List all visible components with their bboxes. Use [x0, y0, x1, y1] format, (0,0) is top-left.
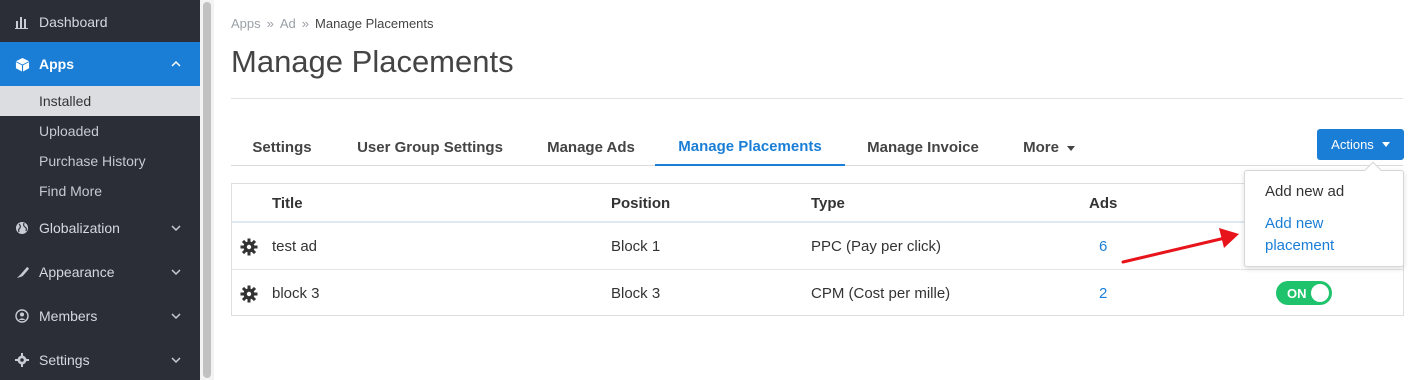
sidebar-item-globalization[interactable]: Globalization — [0, 206, 200, 250]
tab-manage-invoice[interactable]: Manage Invoice — [845, 128, 1001, 166]
table-header: Title Position Type Ads — [232, 184, 1403, 223]
chevron-down-icon — [171, 357, 181, 364]
column-header-type: Type — [811, 195, 845, 212]
cell-title: block 3 — [272, 285, 320, 302]
toggle-label: ON — [1287, 286, 1307, 301]
gear-icon[interactable] — [240, 238, 258, 256]
user-icon — [14, 308, 30, 324]
gear-icon — [14, 352, 30, 368]
cube-icon — [14, 56, 30, 72]
sidebar-item-label: Appearance — [39, 264, 115, 280]
tab-manage-ads[interactable]: Manage Ads — [527, 128, 655, 166]
actions-button[interactable]: Actions — [1317, 129, 1404, 160]
active-toggle[interactable]: ON — [1276, 281, 1332, 305]
menu-item-add-new-placement[interactable]: Add new placement — [1265, 213, 1375, 257]
column-header-position: Position — [611, 195, 671, 212]
double-chevron-right-icon: » — [301, 16, 310, 31]
caret-down-icon — [1381, 142, 1390, 147]
cell-ads-link[interactable]: 2 — [1099, 285, 1107, 302]
annotation-arrow-icon — [1121, 228, 1239, 264]
cell-type: CPM (Cost per mille) — [811, 285, 951, 302]
sidebar-item-dashboard[interactable]: Dashboard — [0, 0, 200, 44]
cell-type: PPC (Pay per click) — [811, 238, 942, 255]
caret-down-icon — [1066, 145, 1075, 151]
sidebar-item-appearance[interactable]: Appearance — [0, 250, 200, 294]
globe-icon — [14, 220, 30, 236]
breadcrumb: Apps » Ad » Manage Placements — [231, 16, 440, 31]
cell-position: Block 3 — [611, 285, 661, 302]
breadcrumb-apps[interactable]: Apps — [231, 16, 261, 31]
breadcrumb-current: Manage Placements — [315, 16, 434, 31]
tab-bar: Settings User Group Settings Manage Ads … — [231, 128, 1403, 166]
tab-manage-placements[interactable]: Manage Placements — [655, 128, 845, 166]
tab-user-group-settings[interactable]: User Group Settings — [333, 128, 527, 166]
toggle-knob — [1311, 284, 1329, 302]
cell-ads-link[interactable]: 6 — [1099, 238, 1107, 255]
double-chevron-right-icon: » — [266, 16, 274, 31]
chevron-down-icon — [171, 269, 181, 276]
chevron-up-icon — [171, 60, 181, 67]
column-header-title: Title — [272, 195, 303, 212]
cell-position: Block 1 — [611, 238, 661, 255]
menu-item-add-new-ad[interactable]: Add new ad — [1265, 181, 1344, 203]
sidebar: Dashboard Apps Installed Uploaded Purcha… — [0, 0, 200, 380]
breadcrumb-ad[interactable]: Ad — [280, 16, 296, 31]
chevron-down-icon — [171, 313, 181, 320]
sidebar-subitem-uploaded[interactable]: Uploaded — [0, 116, 200, 146]
sidebar-subitem-installed[interactable]: Installed — [0, 86, 200, 116]
actions-dropdown-menu: Add new ad Add new placement — [1244, 161, 1404, 267]
sidebar-subitem-find-more[interactable]: Find More — [0, 176, 200, 206]
tab-more[interactable]: More — [1001, 128, 1097, 166]
chart-bars-icon — [14, 14, 30, 30]
tab-settings[interactable]: Settings — [231, 128, 333, 166]
sidebar-item-label: Apps — [39, 56, 74, 72]
column-header-ads: Ads — [1089, 195, 1118, 212]
page-title: Manage Placements — [231, 44, 514, 79]
sidebar-item-label: Globalization — [39, 220, 120, 236]
sidebar-subitem-purchase-history[interactable]: Purchase History — [0, 146, 200, 176]
gear-icon[interactable] — [240, 285, 258, 303]
cell-title: test ad — [272, 238, 318, 255]
chevron-down-icon — [171, 225, 181, 232]
sidebar-item-members[interactable]: Members — [0, 294, 200, 338]
paint-icon — [14, 264, 30, 280]
sidebar-item-apps[interactable]: Apps — [0, 42, 200, 86]
sidebar-item-label: Dashboard — [39, 14, 108, 30]
scrollbar-thumb[interactable] — [203, 2, 211, 378]
sidebar-scrollbar[interactable] — [200, 0, 214, 380]
sidebar-item-label: Members — [39, 308, 98, 324]
table-row: block 3 Block 3 CPM (Cost per mille) 2 O… — [232, 271, 1403, 317]
sidebar-item-label: Settings — [39, 352, 90, 368]
divider — [231, 98, 1403, 99]
sidebar-item-settings[interactable]: Settings — [0, 338, 200, 380]
